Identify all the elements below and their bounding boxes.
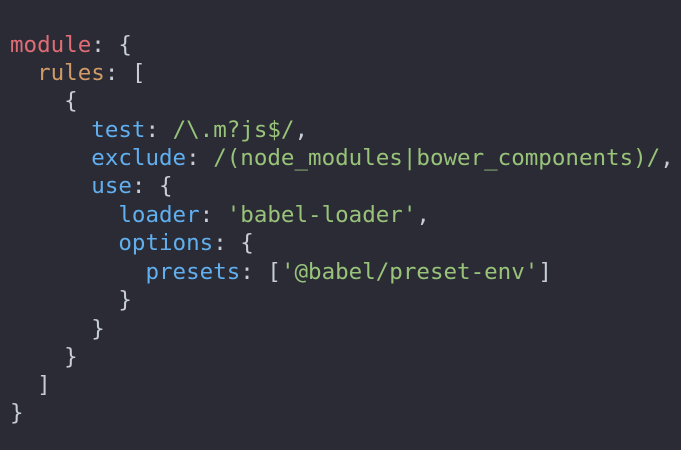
test-value: /\.m?js$/ xyxy=(172,117,295,143)
use-key: use xyxy=(91,173,132,199)
loader-key: loader xyxy=(118,202,200,228)
loader-value: 'babel-loader' xyxy=(226,202,417,228)
exclude-key: exclude xyxy=(91,145,187,171)
code-line-6: use: { xyxy=(91,173,173,199)
test-key: test xyxy=(91,117,146,143)
code-line-11: } xyxy=(10,316,105,342)
code-line-8: options: { xyxy=(118,230,254,256)
code-line-3: { xyxy=(10,88,78,114)
code-line-4: test: /\.m?js$/, xyxy=(91,117,309,143)
code-editor: module: { rules: [ { test: /\.m?js$/, ex… xyxy=(0,0,681,450)
code-line-13: ] xyxy=(10,372,51,398)
presets-value: '@babel/preset-env' xyxy=(280,259,539,285)
code-line-10: } xyxy=(10,287,132,313)
code-line-7: loader: 'babel-loader', xyxy=(118,202,430,228)
code-line-5: exclude: /(node_modules|bower_components… xyxy=(91,145,674,171)
exclude-value: /(node_modules|bower_components)/ xyxy=(213,145,661,171)
code-line-14: } xyxy=(10,400,24,426)
rules-key: rules xyxy=(37,60,105,86)
code-line-9: presets: ['@babel/preset-env'] xyxy=(145,259,552,285)
options-key: options xyxy=(118,230,214,256)
code-line-12: } xyxy=(10,344,78,370)
code-line-2: rules: [ xyxy=(37,60,146,86)
code-line-1: module: { xyxy=(10,32,132,58)
module-key: module xyxy=(10,32,92,58)
presets-key: presets xyxy=(145,259,241,285)
